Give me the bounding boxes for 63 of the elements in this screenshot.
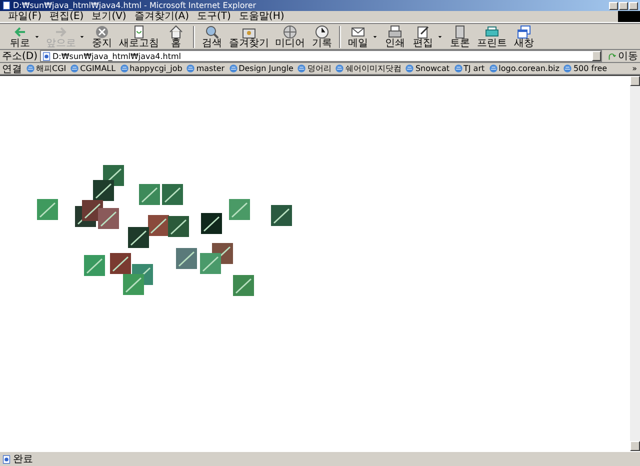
menu-item[interactable]: 도구(T) bbox=[193, 11, 235, 22]
toolbar-button[interactable]: 미디어 bbox=[272, 24, 308, 48]
link[interactable]: logo.corean.biz bbox=[488, 64, 560, 73]
page-icon bbox=[2, 454, 11, 464]
toolbar-button[interactable]: 기록 bbox=[308, 24, 336, 48]
page-icon bbox=[132, 24, 146, 38]
browser-logo bbox=[618, 11, 640, 22]
link[interactable]: Snowcat bbox=[405, 64, 450, 73]
dropdown-icon[interactable] bbox=[34, 34, 40, 40]
toolbar-button[interactable]: 메일 bbox=[344, 24, 372, 48]
dropdown-icon[interactable] bbox=[437, 34, 443, 40]
windows-icon bbox=[517, 24, 531, 38]
toolbar-button[interactable]: 중지 bbox=[88, 24, 116, 48]
page-icon bbox=[453, 24, 467, 38]
link[interactable]: TJ art bbox=[454, 64, 485, 73]
toolbar-button[interactable]: 인쇄 bbox=[381, 24, 409, 48]
scrollbar[interactable] bbox=[630, 76, 640, 451]
toolbar-button[interactable]: 새창 bbox=[510, 24, 538, 48]
toolbar-button[interactable]: 프린트 bbox=[474, 24, 510, 48]
toolbar-button[interactable]: 홈 bbox=[162, 24, 190, 48]
clock-icon bbox=[315, 24, 329, 38]
address-label: 주소(D) bbox=[2, 50, 38, 63]
more-links-button[interactable]: » bbox=[632, 64, 640, 73]
link[interactable]: CGIMALL bbox=[70, 64, 116, 73]
menu-item[interactable]: 파일(F) bbox=[4, 11, 46, 22]
page-icon bbox=[42, 52, 51, 60]
address-field[interactable]: D:₩sun₩java_html₩java4.html bbox=[40, 50, 602, 62]
link[interactable]: master bbox=[186, 64, 225, 73]
arrow-right-icon bbox=[54, 24, 68, 38]
toolbar-button[interactable]: 새로고침 bbox=[116, 24, 162, 48]
maximize-button[interactable] bbox=[619, 2, 628, 10]
go-arrow-icon bbox=[608, 52, 617, 60]
house-icon bbox=[169, 24, 183, 38]
stop-icon bbox=[95, 24, 109, 38]
window-title: D:₩sun₩java_html₩java4.html - Microsoft Internet Explorer bbox=[13, 0, 258, 11]
printer-icon bbox=[485, 24, 499, 38]
link[interactable]: 해피CGI bbox=[26, 63, 66, 74]
minimize-button[interactable] bbox=[609, 2, 618, 10]
toolbar-button[interactable]: 토론 bbox=[446, 24, 474, 48]
printer-icon bbox=[388, 24, 402, 38]
menu-item[interactable]: 도움말(H) bbox=[234, 11, 288, 22]
link[interactable]: 덩어리 bbox=[297, 63, 332, 74]
menu-item[interactable]: 보기(V) bbox=[88, 11, 130, 22]
link[interactable]: 500 free bbox=[563, 64, 608, 73]
envelope-icon bbox=[351, 24, 365, 38]
link[interactable]: 쉐어이미지닷컴 bbox=[335, 63, 402, 74]
links-label: 연결 bbox=[2, 62, 22, 76]
menu-item[interactable]: 즐겨찾기(A) bbox=[130, 11, 193, 22]
link[interactable]: Design Jungle bbox=[228, 64, 294, 73]
toolbar-button[interactable]: 뒤로 bbox=[6, 24, 34, 48]
toolbar-button[interactable]: 즐겨찾기 bbox=[226, 24, 272, 48]
dropdown-icon[interactable] bbox=[372, 34, 378, 40]
dropdown-button[interactable] bbox=[592, 51, 601, 61]
menu-item[interactable]: 편집(E) bbox=[46, 11, 88, 22]
go-button[interactable]: 이동 bbox=[604, 49, 638, 63]
toolbar-button[interactable]: 편집 bbox=[409, 24, 437, 48]
page-icon bbox=[2, 1, 11, 10]
link[interactable]: happycgi_job bbox=[120, 64, 182, 73]
status-text: 완료 bbox=[13, 453, 33, 466]
toolbar-button[interactable]: 검색 bbox=[198, 24, 226, 48]
pencil-icon bbox=[416, 24, 430, 38]
close-button[interactable] bbox=[629, 2, 638, 10]
arrow-left-icon bbox=[13, 24, 27, 38]
